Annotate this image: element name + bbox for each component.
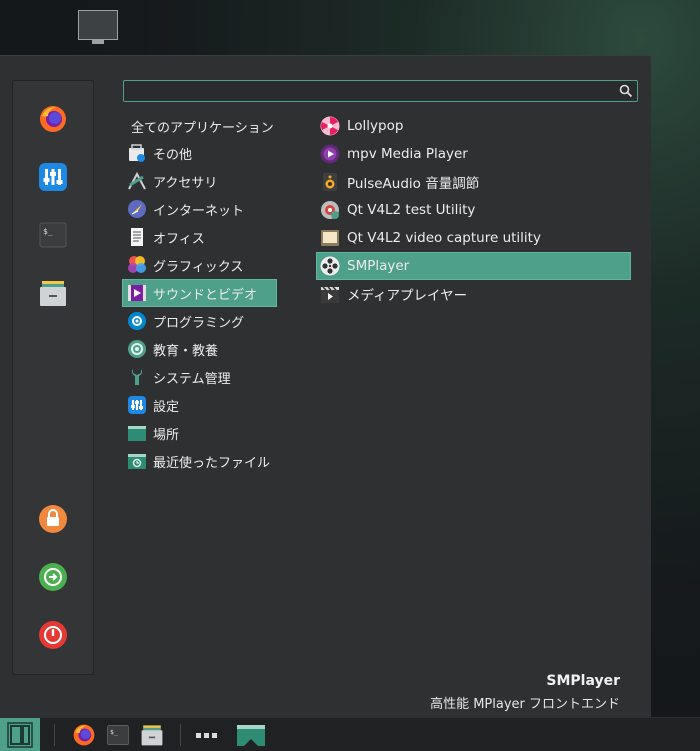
category-label: プログラミング <box>153 315 245 331</box>
category-label: オフィス <box>153 231 205 247</box>
app-media-player[interactable]: メディアプレイヤー <box>317 281 630 307</box>
sound-video-icon <box>127 283 147 303</box>
app-label: Qt V4L2 video capture utility <box>347 230 541 246</box>
panel-folder-icon[interactable] <box>234 718 268 751</box>
category-list: 全てのアプリケーション その他 アクセサリ インターネット オフィス グラフィッ… <box>122 114 278 476</box>
menu-button[interactable] <box>0 718 40 751</box>
application-list: Lollypop mpv Media Player PulseAudio 音量調… <box>316 113 631 309</box>
category-label: インターネット <box>153 203 245 219</box>
qvidcap-icon <box>320 228 340 248</box>
mpv-icon <box>320 144 340 164</box>
media-player-icon <box>320 284 340 304</box>
qv4l2-icon <box>320 200 340 220</box>
category-places[interactable]: 場所 <box>123 420 278 446</box>
firefox-icon[interactable] <box>37 103 69 135</box>
category-education[interactable]: 教育・教養 <box>123 336 278 362</box>
workspace-switcher-icon[interactable] <box>192 718 222 751</box>
category-accessories[interactable]: アクセサリ <box>123 168 278 194</box>
internet-icon <box>127 199 147 219</box>
system-icon <box>127 367 147 387</box>
places-icon <box>127 423 147 443</box>
accessories-icon <box>127 171 147 191</box>
programming-icon <box>127 311 147 331</box>
application-menu: $_ 全てのアプリケーション その他 アクセサリ インターネット オフィス グラ… <box>0 55 651 718</box>
education-icon <box>127 339 147 359</box>
pulseaudio-icon <box>320 172 340 192</box>
category-label: その他 <box>153 147 193 163</box>
settings-manager-icon[interactable] <box>37 161 69 193</box>
category-label: 設定 <box>153 399 180 415</box>
category-all[interactable]: 全てのアプリケーション <box>123 114 278 138</box>
category-label: アクセサリ <box>153 175 218 191</box>
app-label: Lollypop <box>347 118 404 134</box>
svg-text:$_: $_ <box>43 227 53 236</box>
favorites-rail: $_ <box>12 80 94 675</box>
category-system[interactable]: システム管理 <box>123 364 278 390</box>
panel-file-manager-icon[interactable] <box>138 718 166 751</box>
app-lollypop[interactable]: Lollypop <box>317 113 630 139</box>
recent-files-icon <box>127 451 147 471</box>
app-pulseaudio[interactable]: PulseAudio 音量調節 <box>317 169 630 195</box>
category-other[interactable]: その他 <box>123 140 278 166</box>
bottom-panel: $_ <box>0 717 700 751</box>
lollypop-icon <box>320 116 340 136</box>
category-label: サウンドとビデオ <box>153 287 258 303</box>
panel-separator <box>54 724 55 746</box>
svg-text:$_: $_ <box>110 728 118 736</box>
app-label: mpv Media Player <box>347 146 468 162</box>
panel-separator <box>180 724 181 746</box>
category-sound-video[interactable]: サウンドとビデオ <box>122 279 277 307</box>
search-input[interactable] <box>128 82 618 100</box>
selected-app-name: SMPlayer <box>546 673 620 689</box>
category-programming[interactable]: プログラミング <box>123 308 278 334</box>
category-label: 教育・教養 <box>153 343 219 359</box>
category-office[interactable]: オフィス <box>123 224 278 250</box>
search-icon <box>619 84 633 98</box>
selected-app-description: 高性能 MPlayer フロントエンド <box>430 697 620 712</box>
category-label: システム管理 <box>153 371 231 387</box>
settings-icon <box>127 395 147 415</box>
app-label: Qt V4L2 test Utility <box>347 202 476 218</box>
monitor-icon[interactable] <box>78 10 118 44</box>
power-icon[interactable] <box>37 619 69 651</box>
app-qv4l2[interactable]: Qt V4L2 test Utility <box>317 197 630 223</box>
graphics-icon <box>127 255 147 275</box>
panel-firefox-icon[interactable] <box>70 718 98 751</box>
other-icon <box>127 143 147 163</box>
app-qvidcap[interactable]: Qt V4L2 video capture utility <box>317 225 630 251</box>
office-icon <box>127 227 147 247</box>
category-label: 場所 <box>153 427 180 443</box>
app-label: PulseAudio 音量調節 <box>347 176 480 192</box>
app-label: メディアプレイヤー <box>347 288 468 304</box>
terminal-icon[interactable]: $_ <box>37 219 69 251</box>
lock-screen-icon[interactable] <box>37 503 69 535</box>
category-label: 全てのアプリケーション <box>131 120 274 136</box>
file-manager-icon[interactable] <box>37 277 69 309</box>
panel-terminal-icon[interactable]: $_ <box>104 718 132 751</box>
category-settings[interactable]: 設定 <box>123 392 278 418</box>
category-graphics[interactable]: グラフィックス <box>123 252 278 278</box>
app-label: SMPlayer <box>347 258 410 274</box>
category-internet[interactable]: インターネット <box>123 196 278 222</box>
category-recent-files[interactable]: 最近使ったファイル <box>123 448 278 474</box>
search-box[interactable] <box>123 80 638 102</box>
smplayer-icon <box>320 256 340 276</box>
category-label: グラフィックス <box>153 259 244 275</box>
manjaro-logo-icon <box>7 721 33 748</box>
app-mpv[interactable]: mpv Media Player <box>317 141 630 167</box>
app-smplayer[interactable]: SMPlayer <box>316 252 631 280</box>
logout-icon[interactable] <box>37 561 69 593</box>
category-label: 最近使ったファイル <box>153 455 271 471</box>
